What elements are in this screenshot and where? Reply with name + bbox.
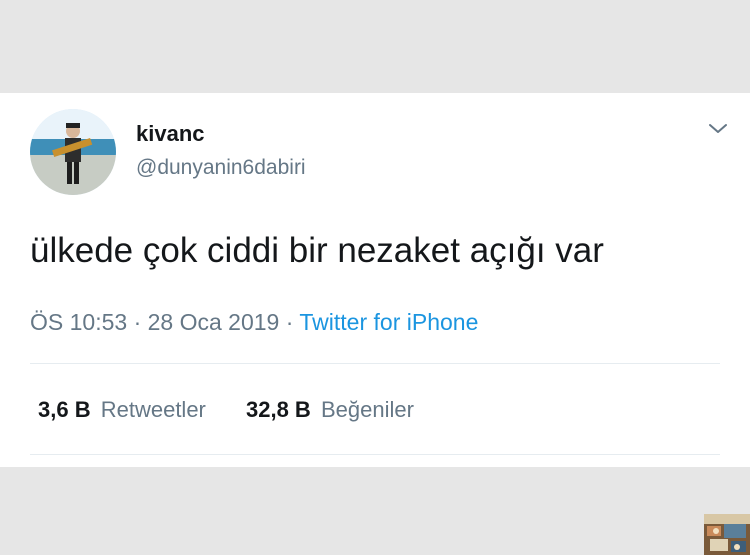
display-name[interactable]: kivanc (136, 121, 205, 147)
meta-separator: · (285, 309, 294, 335)
tweet-text: ülkede çok ciddi bir nezaket açığı var (30, 231, 604, 270)
retweets-stat[interactable]: 3,6 B Retweetler (38, 395, 206, 425)
tweet-card: kivanc @dunyanin6dabiri ülkede çok ciddi… (0, 93, 750, 467)
likes-count: 32,8 B (246, 397, 311, 422)
tweet-date[interactable]: 28 Oca 2019 (148, 309, 280, 335)
chevron-down-icon[interactable] (704, 119, 732, 139)
tweet-time[interactable]: ÖS 10:53 (30, 309, 127, 335)
corner-thumbnail-image (704, 514, 750, 555)
avatar[interactable] (30, 109, 116, 195)
tweet-meta: ÖS 10:53 · 28 Oca 2019 · Twitter for iPh… (30, 307, 478, 337)
retweets-count: 3,6 B (38, 397, 91, 422)
likes-label: Beğeniler (320, 397, 414, 422)
avatar-image (30, 109, 116, 195)
tweet-stats: 3,6 B Retweetler 32,8 B Beğeniler (38, 395, 448, 425)
meta-separator: · (133, 309, 142, 335)
retweets-label: Retweetler (100, 397, 206, 422)
username-handle[interactable]: @dunyanin6dabiri (136, 155, 306, 181)
likes-stat[interactable]: 32,8 B Beğeniler (246, 395, 414, 425)
tweet-source-link[interactable]: Twitter for iPhone (299, 309, 478, 335)
divider (30, 454, 720, 455)
divider (30, 363, 720, 364)
